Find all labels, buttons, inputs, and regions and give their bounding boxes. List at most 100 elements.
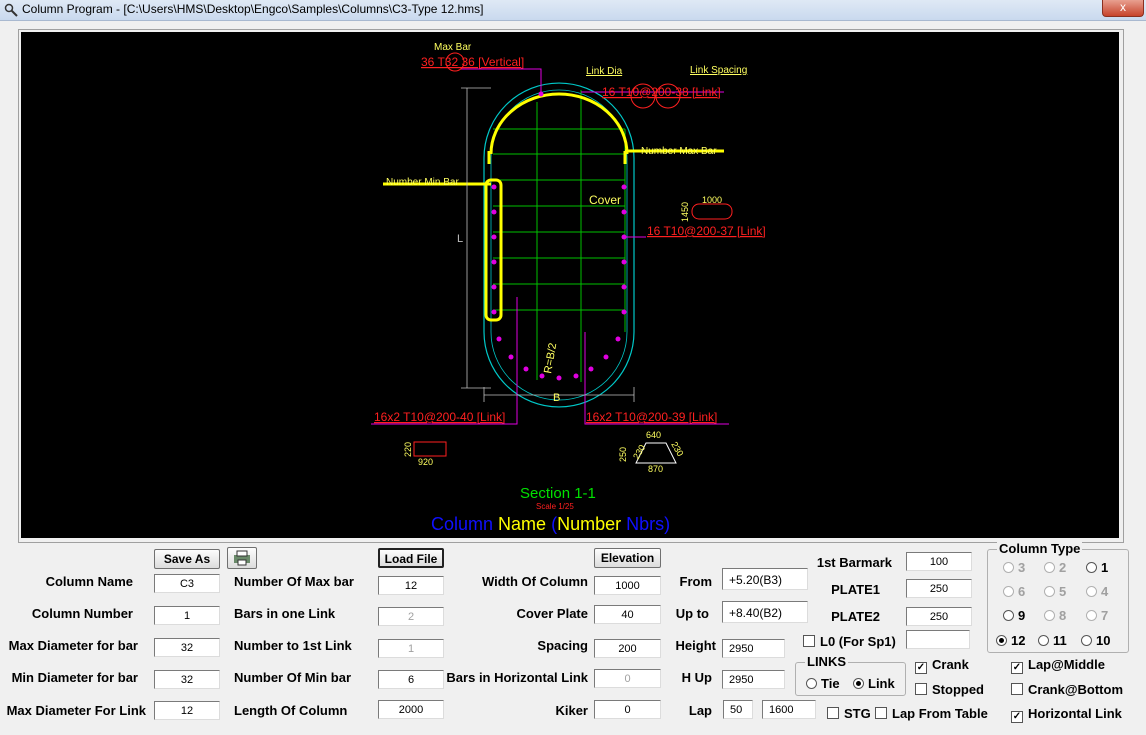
tie-label: Tie <box>821 676 840 691</box>
link-bl-text: 16x2 T10@200-40 [Link] <box>374 410 505 424</box>
label-max-diameter-bar: Max Diameter for bar <box>8 638 138 653</box>
link-grid <box>493 90 626 382</box>
label-first-barmark: 1st Barmark <box>816 555 892 570</box>
lap-from-table-checkbox[interactable]: Lap From Table <box>875 706 988 721</box>
label-up-to: Up to <box>675 606 709 621</box>
top-link-bar <box>489 92 629 155</box>
load-file-button[interactable]: Load File <box>378 548 444 568</box>
crank-bottom-checkbox[interactable]: Crank@Bottom <box>1011 682 1123 697</box>
printer-icon <box>234 550 250 566</box>
elevation-button[interactable]: Elevation <box>594 548 661 568</box>
bars-one-link-input[interactable]: 2 <box>378 607 444 626</box>
close-button[interactable]: x <box>1102 0 1144 17</box>
column-name-input[interactable]: C3 <box>154 574 220 593</box>
type-8-radio[interactable]: 8 <box>1044 608 1066 623</box>
type-5-radio[interactable]: 5 <box>1044 584 1066 599</box>
width-column-input[interactable]: 1000 <box>594 576 661 595</box>
max-diameter-bar-input[interactable]: 32 <box>154 638 220 657</box>
h-up-input[interactable]: 2950 <box>722 670 785 689</box>
drawing-canvas: Max Bar 36 T32 36 [Vertical] Link Dia Li… <box>21 32 1119 538</box>
type-11-radio[interactable]: 11 <box>1038 633 1067 648</box>
lap-middle-checkbox[interactable]: ✓ Lap@Middle <box>1011 657 1105 674</box>
type-1-radio[interactable]: 1 <box>1086 560 1108 575</box>
link-dia-label: Link Dia <box>586 66 623 77</box>
save-as-button[interactable]: Save As <box>154 549 220 569</box>
from-input[interactable]: +5.20(B3) <box>722 568 808 590</box>
column-inner-outline <box>490 89 628 401</box>
stg-checkbox[interactable]: STG <box>827 706 871 721</box>
shape-right-w: 1000 <box>702 195 722 205</box>
link-spacing-label: Link Spacing <box>690 65 747 76</box>
up-to-input[interactable]: +8.40(B2) <box>722 601 808 623</box>
lo-label: L0 (For Sp1) <box>820 634 896 649</box>
dim-r: R=B/2 <box>542 342 559 375</box>
label-column-name: Column Name <box>45 574 133 589</box>
tie-radio[interactable]: Tie <box>806 676 840 691</box>
length-column-input[interactable]: 2000 <box>378 700 444 719</box>
link-label: Link <box>868 676 895 691</box>
label-number-max-bar: Number Of Max bar <box>234 574 354 589</box>
crank-checkbox[interactable]: ✓ Crank <box>915 657 969 674</box>
crank-bottom-label: Crank@Bottom <box>1028 682 1124 697</box>
label-number-min-bar: Number Of Min bar <box>234 670 352 685</box>
min-diameter-bar-input[interactable]: 32 <box>154 670 220 689</box>
label-lap: Lap <box>688 703 712 718</box>
link-right-text: 16 T10@200-37 [Link] <box>647 224 766 238</box>
type-1-label: 1 <box>1101 560 1109 575</box>
horizontal-link-label: Horizontal Link <box>1028 706 1122 721</box>
number-max-bar-input[interactable]: 12 <box>378 576 444 595</box>
type-10-radio[interactable]: 10 <box>1081 633 1110 648</box>
dim-b: B <box>553 392 560 404</box>
stopped-checkbox[interactable]: Stopped <box>915 682 984 697</box>
lap-from-table-label: Lap From Table <box>892 706 988 721</box>
max-bar-text: 36 T32 36 [Vertical] <box>421 55 524 69</box>
type-2-radio[interactable]: 2 <box>1044 560 1066 575</box>
lo-checkbox[interactable]: L0 (For Sp1) <box>803 634 896 649</box>
lap-input[interactable]: 50 <box>723 700 753 719</box>
type-10-label: 10 <box>1096 633 1111 648</box>
spacing-input[interactable]: 200 <box>594 639 661 658</box>
type-6-radio[interactable]: 6 <box>1003 584 1025 599</box>
bars-horizontal-link-input[interactable]: 0 <box>594 669 661 688</box>
type-9-radio[interactable]: 9 <box>1003 608 1025 623</box>
horizontal-link-checkbox[interactable]: ✓ Horizontal Link <box>1011 706 1122 723</box>
label-max-diameter-link: Max Diameter For Link <box>6 703 146 718</box>
type-4-radio[interactable]: 4 <box>1086 584 1108 599</box>
number-first-link-input[interactable]: 1 <box>378 639 444 658</box>
shape-br-top: 640 <box>646 430 661 440</box>
max-bar-label: Max Bar <box>434 42 472 53</box>
link-top-text: 16 T10@200-38 [Link] <box>602 85 721 99</box>
type-11-label: 11 <box>1053 633 1067 648</box>
type-4-label: 4 <box>1101 584 1109 599</box>
shape-bl-h: 220 <box>403 442 413 457</box>
number-min-bar-input[interactable]: 6 <box>378 670 444 689</box>
lap-length-input[interactable]: 1600 <box>762 700 816 719</box>
number-min-bar-label: Number Min Bar <box>386 177 459 188</box>
link-radio[interactable]: Link <box>853 676 895 691</box>
lo-input[interactable] <box>906 630 970 649</box>
kiker-input[interactable]: 0 <box>594 700 661 719</box>
type-7-radio[interactable]: 7 <box>1086 608 1108 623</box>
label-bars-horizontal-link: Bars in Horizontal Link <box>446 670 588 685</box>
label-min-diameter-bar: Min Diameter for bar <box>11 670 138 685</box>
max-diameter-link-input[interactable]: 12 <box>154 701 220 720</box>
first-barmark-input[interactable]: 100 <box>906 552 972 571</box>
type-3-label: 3 <box>1018 560 1026 575</box>
type-3-radio[interactable]: 3 <box>1003 560 1025 575</box>
type-12-radio[interactable]: 12 <box>996 633 1025 648</box>
cover-plate-input[interactable]: 40 <box>594 605 661 624</box>
height-input[interactable]: 2950 <box>722 639 785 658</box>
plate1-input[interactable]: 250 <box>906 579 972 598</box>
section-drawing: Max Bar 36 T32 36 [Vertical] Link Dia Li… <box>371 42 766 534</box>
plate2-input[interactable]: 250 <box>906 607 972 626</box>
label-width-column: Width Of Column <box>481 574 588 589</box>
label-spacing: Spacing <box>537 638 588 653</box>
type-9-label: 9 <box>1018 608 1026 623</box>
print-button[interactable] <box>227 547 257 569</box>
app-icon <box>4 3 18 17</box>
column-name-caption: Column Name (Number Nbrs) <box>431 514 670 534</box>
link-br-text: 16x2 T10@200-39 [Link] <box>586 410 717 424</box>
shape-right <box>691 203 733 220</box>
column-number-input[interactable]: 1 <box>154 606 220 625</box>
stopped-label: Stopped <box>932 682 984 697</box>
